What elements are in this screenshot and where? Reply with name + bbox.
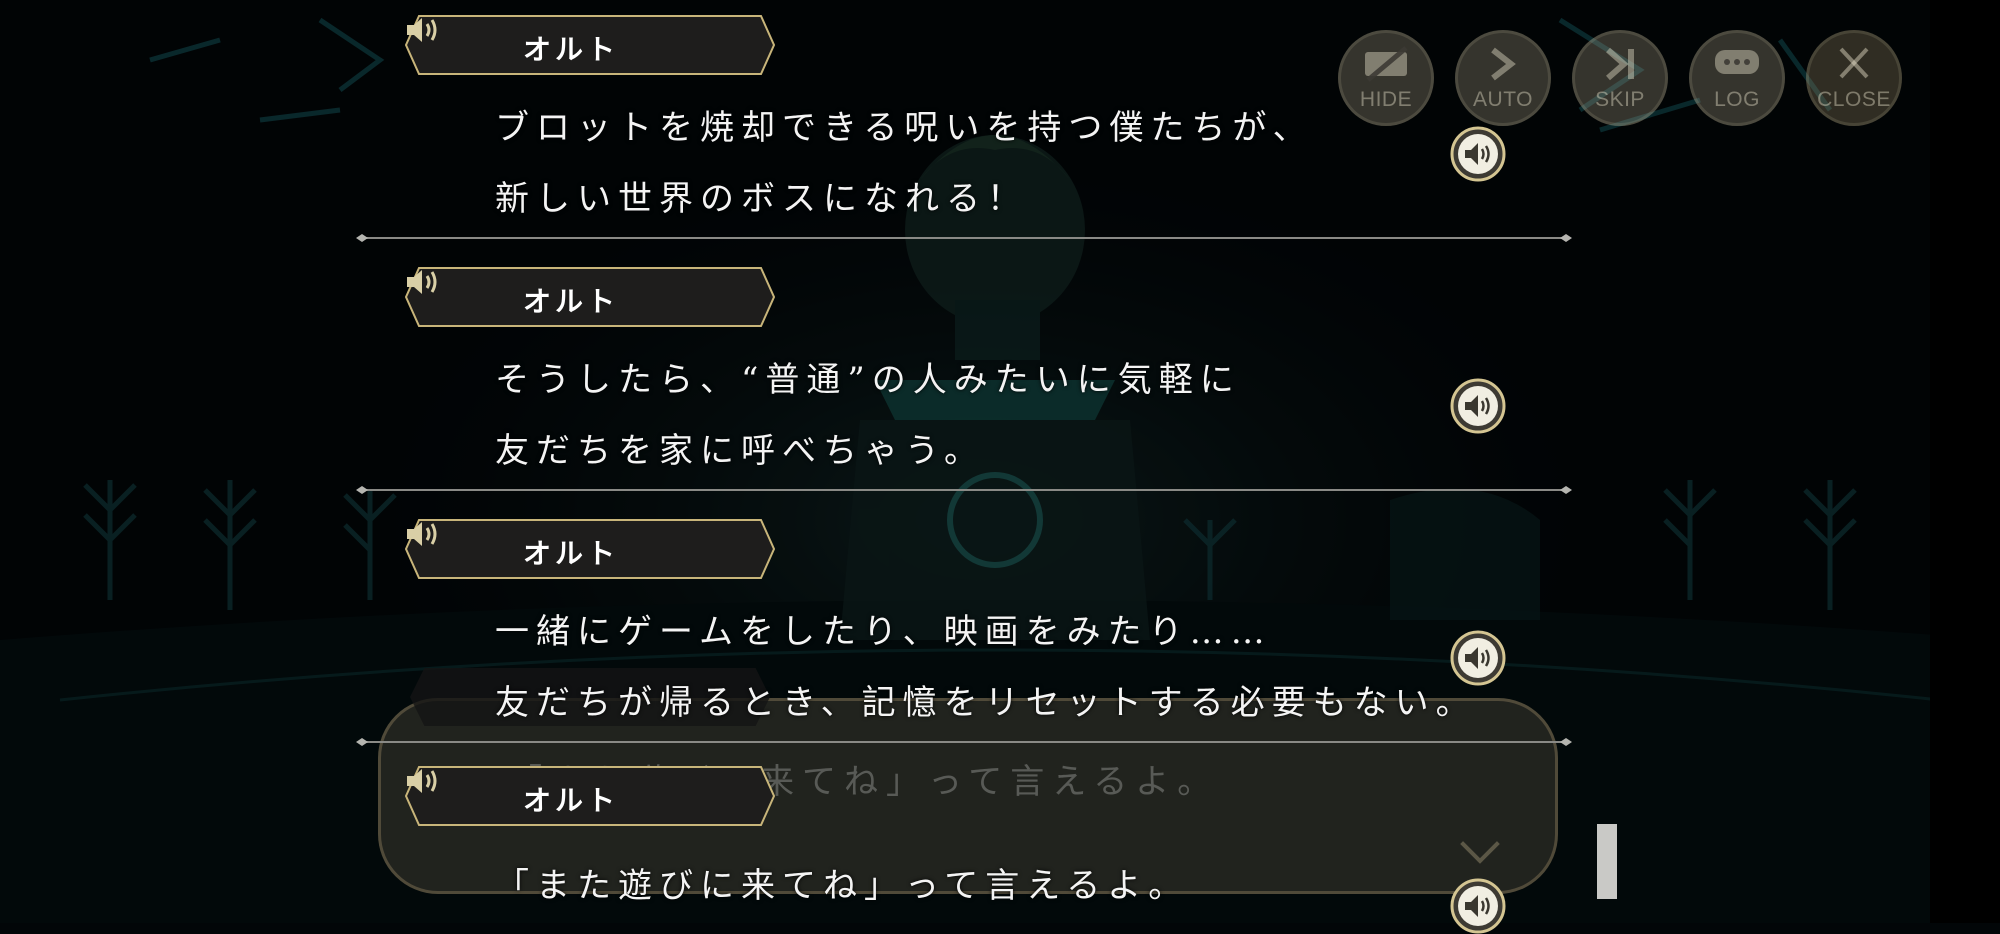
voice-replay-button[interactable] — [1450, 378, 1506, 434]
log-entry: オルト そうしたら、“普通”の人みたいに気軽に 友だちを家に呼べちゃう。 — [0, 267, 1600, 519]
speaker-name-plate[interactable]: オルト — [405, 519, 775, 579]
voice-replay-button[interactable] — [1450, 878, 1506, 934]
voice-replay-button[interactable] — [1450, 630, 1506, 686]
close-label: CLOSE — [1817, 88, 1891, 111]
speaker-name-plate[interactable]: オルト — [405, 15, 775, 75]
dialog-line: 一緒にゲームをしたり、映画をみたり…… — [495, 612, 1272, 652]
log-entry: オルト 「また遊びに来てね」って言えるよ。 — [0, 766, 1600, 934]
log-label: LOG — [1714, 88, 1760, 111]
dialog-line: 友だちが帰るとき、記憶をリセットする必要もない。 — [495, 683, 1477, 723]
entry-divider — [356, 738, 1572, 746]
dialog-line: 新しい世界のボスになれる！ — [495, 179, 1028, 219]
screen-edge — [1930, 0, 2000, 923]
speaker-name-plate[interactable]: オルト — [405, 267, 775, 327]
speaker-name-plate[interactable]: オルト — [405, 766, 775, 826]
voice-replay-button[interactable] — [1450, 126, 1506, 182]
dialog-line: ブロットを焼却できる呪いを持つ僕たちが、 — [495, 108, 1314, 148]
speaker-name: オルト — [523, 285, 620, 318]
speaker-icon — [407, 769, 437, 793]
log-entry: オルト ブロットを焼却できる呪いを持つ僕たちが、 新しい世界のボスになれる！ — [0, 15, 1600, 267]
dialog-line: 友だちを家に呼べちゃう。 — [495, 431, 985, 471]
speaker-icon — [407, 522, 437, 546]
speaker-icon — [407, 270, 437, 294]
dialog-line: 「また遊びに来てね」って言えるよ。 — [495, 866, 1190, 906]
log-entry: オルト 一緒にゲームをしたり、映画をみたり…… 友だちが帰るとき、記憶をリセット… — [0, 519, 1600, 771]
chat-bubble-icon — [1715, 50, 1759, 74]
speaker-name: オルト — [523, 537, 620, 570]
dialog-line: そうしたら、“普通”の人みたいに気軽に — [495, 360, 1241, 400]
entry-divider — [356, 486, 1572, 494]
speaker-name: オルト — [523, 33, 620, 66]
log-button[interactable]: LOG — [1689, 30, 1785, 126]
speaker-icon — [407, 18, 437, 42]
close-icon — [1839, 47, 1869, 79]
close-button[interactable]: CLOSE — [1806, 30, 1902, 126]
log-scrollbar-thumb[interactable] — [1597, 824, 1617, 899]
entry-divider — [356, 234, 1572, 242]
speaker-name: オルト — [523, 784, 620, 817]
